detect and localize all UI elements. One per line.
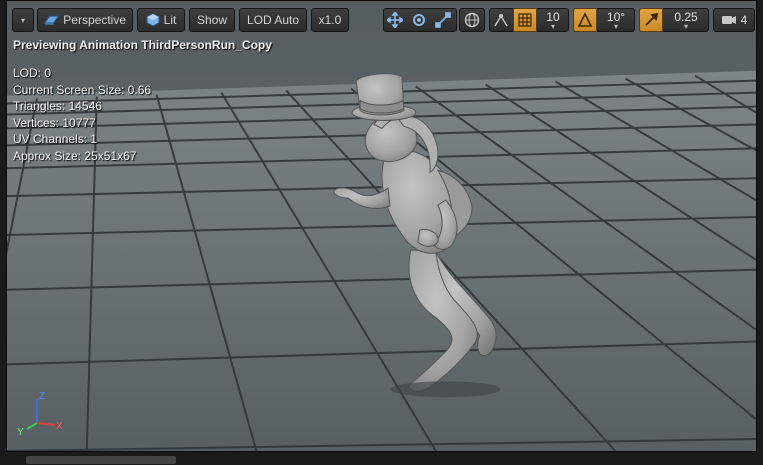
scale-icon (435, 12, 451, 28)
camera-speed-value: 4 (740, 13, 748, 27)
viewport-toolbar: ▾ Perspective Lit Show LOD Auto x1.0 10 … (7, 1, 756, 37)
surface-snap-icon (494, 14, 508, 27)
horizontal-scrollbar[interactable] (26, 456, 176, 464)
lit-icon (146, 13, 160, 27)
stat-screen-size: Current Screen Size: 0.66 (13, 82, 152, 97)
stat-approx-size: Approx Size: 25x51x67 (13, 148, 137, 163)
viewport-menu-button[interactable]: ▾ (12, 8, 34, 32)
perspective-icon (44, 15, 60, 25)
rotate-icon (413, 14, 425, 26)
show-label: Show (196, 13, 228, 27)
surface-snap-button[interactable] (489, 8, 513, 32)
perspective-button[interactable]: Perspective (37, 8, 133, 32)
gizmo-y-label: Y (17, 427, 24, 438)
scale-snap-button[interactable] (639, 8, 663, 32)
world-local-icon (464, 12, 480, 28)
mesh-stats-overlay: LOD: 0 Current Screen Size: 0.66 Triangl… (13, 65, 151, 165)
perspective-label: Perspective (63, 13, 126, 27)
stat-vertices: Vertices: 10777 (13, 115, 96, 130)
viewport-menu-icon: ▾ (20, 15, 25, 25)
grid-snap-button[interactable] (513, 8, 537, 32)
camera-speed-button[interactable]: 4 (713, 8, 755, 32)
angle-snap-value-dropdown[interactable]: 10° ▾ (597, 8, 635, 32)
playback-speed-button[interactable]: x1.0 (311, 8, 349, 32)
camera-speed-icon (721, 16, 736, 24)
character-shadow (390, 381, 501, 398)
chevron-down-icon: ▾ (550, 22, 555, 31)
stat-lod: LOD: 0 (13, 66, 52, 80)
lit-view-mode-button[interactable]: Lit (137, 8, 185, 32)
grid-snap-value-dropdown[interactable]: 10 ▾ (537, 8, 569, 32)
axis-gizmo: Z X Y (17, 391, 63, 438)
lit-label: Lit (163, 13, 177, 27)
translate-tool-button[interactable] (383, 8, 407, 32)
stat-uv-channels: UV Channels: 1 (13, 132, 98, 147)
speed-label: x1.0 (318, 13, 342, 27)
show-flags-button[interactable]: Show (189, 8, 235, 32)
lod-button[interactable]: LOD Auto (239, 8, 307, 32)
angle-snap-icon (577, 12, 593, 27)
translate-icon (387, 12, 403, 28)
gizmo-z-label: Z (39, 391, 45, 402)
angle-snap-button[interactable] (573, 8, 597, 32)
animation-preview-viewport[interactable]: ▾ Perspective Lit Show LOD Auto x1.0 10 … (6, 0, 757, 452)
world-local-toggle[interactable] (459, 8, 485, 32)
preview-animation-label: Previewing Animation ThirdPersonRun_Copy (13, 38, 272, 52)
rotate-tool-button[interactable] (407, 8, 431, 32)
chevron-down-icon: ▾ (613, 22, 618, 31)
bottom-panel-edge (0, 452, 763, 465)
scale-snap-value-dropdown[interactable]: 0.25 ▾ (663, 8, 709, 32)
grid-snap-icon (518, 13, 532, 27)
scale-tool-button[interactable] (431, 8, 455, 32)
lod-label: LOD Auto (246, 13, 300, 27)
stat-triangles: Triangles: 14546 (13, 99, 102, 114)
scale-snap-icon (645, 12, 659, 26)
gizmo-x-label: X (56, 421, 63, 432)
chevron-down-icon: ▾ (683, 22, 688, 31)
